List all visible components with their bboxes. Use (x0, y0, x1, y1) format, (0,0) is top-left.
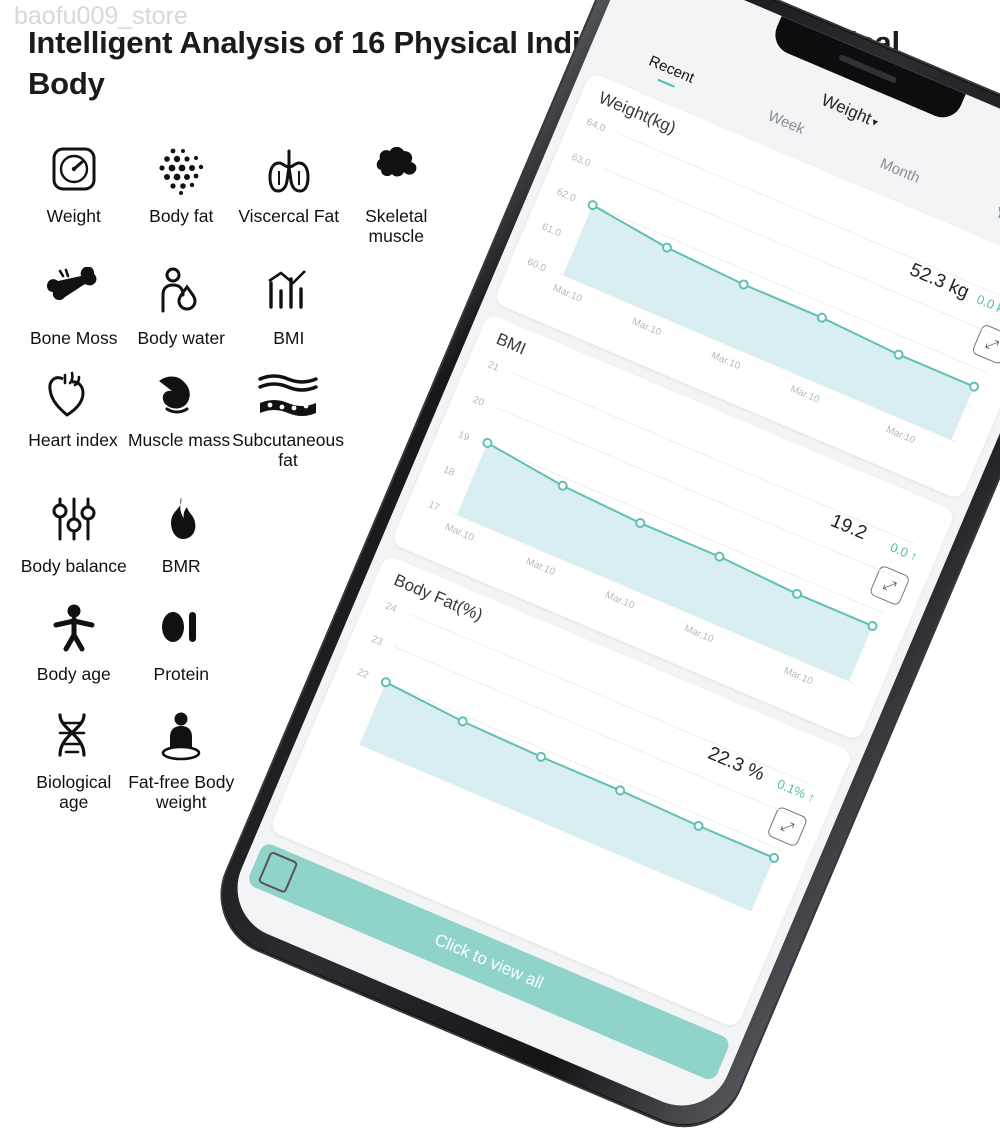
phone-body: 11:55 (201, 0, 1000, 1146)
svg-text:20: 20 (471, 394, 486, 409)
y-tick: 64.0 (585, 117, 608, 135)
indicator-body-age: Body age (20, 598, 128, 684)
heart-anatomy-icon (45, 364, 101, 426)
dots-grid-icon (151, 140, 211, 202)
svg-text:18: 18 (441, 464, 456, 479)
indicator-label: Muscle mass (127, 430, 231, 450)
indicator-label: Body balance (20, 556, 127, 576)
indicator-label: Biological age (36, 772, 112, 812)
indicator-bone-moss: Bone Moss (20, 262, 128, 348)
svg-text:Mar.10: Mar.10 (709, 350, 742, 372)
indicator-protein: Protein (128, 598, 236, 684)
indicator-label: Heart index (28, 430, 118, 450)
svg-text:Mar.10: Mar.10 (782, 665, 815, 687)
indicator-heart-index: Heart index (20, 364, 126, 470)
indicator-label: Body fat (149, 206, 214, 226)
scale-dial-icon (46, 140, 102, 202)
protein-capsule-icon (153, 598, 209, 660)
svg-text:17: 17 (427, 499, 442, 514)
bone-icon (44, 262, 104, 324)
flame-icon (153, 490, 209, 552)
tab-week[interactable]: Week (766, 107, 808, 138)
indicator-fat-free-body-weight: Fat-free Body weight (128, 706, 236, 812)
indicator-label: Body water (137, 328, 226, 348)
dna-icon (46, 706, 102, 768)
app-bar-title: Weight (818, 90, 875, 129)
svg-text:61.0: 61.0 (540, 222, 563, 240)
svg-text:63.0: 63.0 (570, 152, 593, 170)
svg-text:Mar.10: Mar.10 (683, 623, 716, 645)
svg-text:62.0: 62.0 (555, 187, 578, 205)
status-time: 11:55 (646, 0, 687, 3)
svg-text:24: 24 (384, 601, 399, 616)
svg-text:Mar.10: Mar.10 (789, 384, 822, 406)
svg-text:Mar.10: Mar.10 (551, 283, 584, 305)
flexed-arm-icon (151, 364, 207, 426)
svg-text:19: 19 (456, 429, 471, 444)
indicator-biological-age: Biological age (20, 706, 128, 812)
person-arms-up-icon (46, 598, 102, 660)
indicator-label: Body age (36, 664, 111, 684)
phone-screen: 11:55 (221, 0, 1000, 1122)
indicator-weight: Weight (20, 140, 128, 246)
indicator-label: BMR (161, 556, 201, 576)
svg-text:Mar.10: Mar.10 (884, 424, 917, 446)
svg-text:Mar.10: Mar.10 (443, 522, 476, 544)
svg-text:Mar.10: Mar.10 (630, 316, 663, 338)
person-circle-icon (153, 706, 209, 768)
svg-text:22: 22 (355, 667, 370, 682)
indicator-body-balance: Body balance (20, 490, 128, 576)
svg-text:23: 23 (370, 634, 385, 649)
svg-text:Mar.10: Mar.10 (603, 590, 636, 612)
indicator-label: Protein (153, 664, 209, 684)
indicator-label: Fat-free Body weight (128, 772, 235, 812)
indicator-bmr: BMR (128, 490, 236, 576)
tab-year[interactable]: Year (993, 204, 1000, 231)
indicator-label: Bone Moss (29, 328, 118, 348)
svg-text:21: 21 (486, 359, 501, 374)
indicator-label: Weight (46, 206, 101, 226)
sliders-icon (46, 490, 102, 552)
phone-mockup: 11:55 (201, 0, 1000, 1146)
svg-text:60.0: 60.0 (525, 257, 548, 275)
watermark: baofu009_store (14, 2, 188, 30)
indicator-body-fat: Body fat (128, 140, 236, 246)
card-title: BMI (493, 329, 529, 359)
indicator-body-water: Body water (128, 262, 236, 348)
person-drop-icon (153, 262, 209, 324)
indicator-muscle-mass: Muscle mass (126, 364, 232, 470)
svg-text:Mar.10: Mar.10 (524, 556, 557, 578)
